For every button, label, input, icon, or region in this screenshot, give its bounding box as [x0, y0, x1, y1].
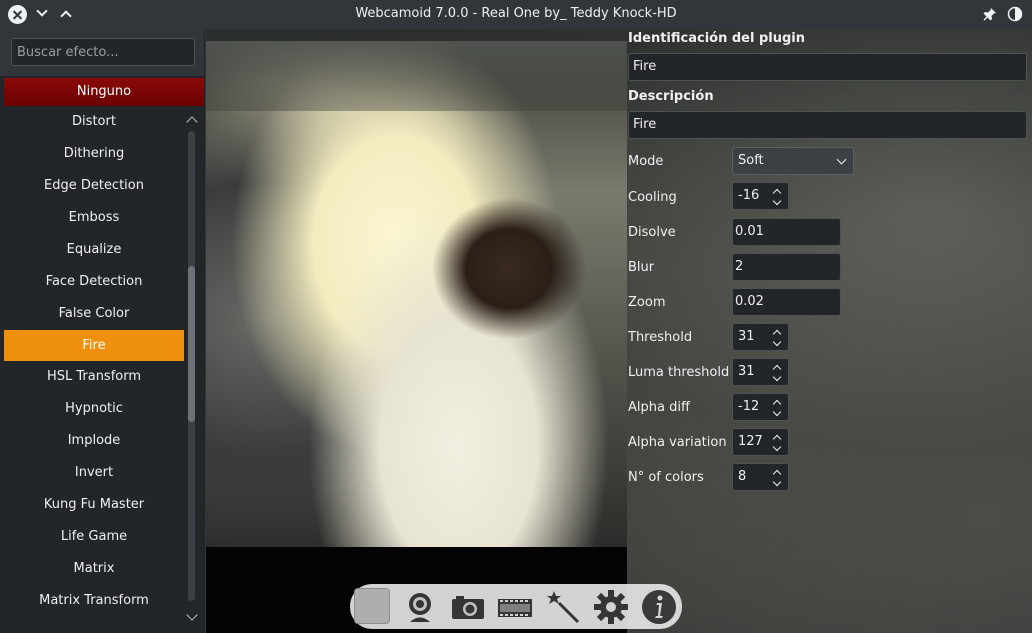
scroll-down-icon[interactable]	[186, 609, 198, 621]
gear-icon[interactable]	[593, 589, 629, 625]
plugin-config-panel: Identificación del plugin Fire Descripci…	[628, 29, 1032, 633]
stop-icon[interactable]	[354, 588, 390, 624]
plugin-id-label: Identificación del plugin	[628, 31, 806, 46]
description-label: Descripción	[628, 89, 714, 104]
effects-list: Ninguno Distort Dithering Edge Detection…	[0, 76, 205, 633]
half-moon-icon	[1007, 6, 1023, 22]
n-colors-value: 8	[738, 469, 747, 484]
scroll-up-icon[interactable]	[186, 116, 198, 128]
effect-item[interactable]: Matrix	[4, 553, 184, 585]
shade-button[interactable]	[1007, 6, 1023, 22]
threshold-spinbox[interactable]: 31	[732, 323, 789, 351]
mode-label: Mode	[628, 154, 664, 169]
effect-item[interactable]: Invert	[4, 457, 184, 489]
alpha-variation-label: Alpha variation	[628, 435, 727, 450]
alpha-variation-value: 127	[738, 434, 763, 449]
luma-threshold-spinbox[interactable]: 31	[732, 358, 789, 386]
cooling-label: Cooling	[628, 190, 677, 205]
luma-threshold-label: Luma threshold	[628, 365, 730, 380]
effect-search-input[interactable]	[11, 38, 195, 66]
effects-items: Distort Dithering Edge Detection Emboss …	[4, 106, 184, 617]
effect-item[interactable]: Emboss	[4, 202, 184, 234]
effects-sidebar: Ninguno Distort Dithering Edge Detection…	[0, 29, 205, 633]
spin-down-icon[interactable]	[772, 337, 782, 347]
zoom-input[interactable]: 0.02	[732, 288, 841, 316]
alpha-variation-spinbox[interactable]: 127	[732, 428, 789, 456]
effect-item[interactable]: Distort	[4, 106, 184, 138]
effect-item[interactable]: Life Game	[4, 521, 184, 553]
cooling-spinbox[interactable]: -16	[732, 182, 789, 210]
alpha-diff-value: -12	[738, 399, 760, 414]
info-icon[interactable]	[641, 589, 677, 625]
threshold-value: 31	[738, 329, 755, 344]
mode-select[interactable]: Soft	[732, 147, 854, 175]
effect-item[interactable]: Matrix Transform	[4, 585, 184, 617]
window-title: Webcamoid 7.0.0 - Real One by_ Teddy Kno…	[355, 6, 677, 21]
spin-down-icon[interactable]	[772, 442, 782, 452]
magic-wand-icon[interactable]	[545, 589, 581, 625]
spin-down-icon[interactable]	[772, 372, 782, 382]
n-colors-spinbox[interactable]: 8	[732, 463, 789, 491]
alpha-diff-label: Alpha diff	[628, 400, 690, 415]
main-area: Identificación del plugin Fire Descripci…	[206, 29, 1032, 633]
effect-item-selected[interactable]: Fire	[4, 330, 184, 361]
scrollbar-thumb[interactable]	[188, 266, 195, 422]
chevron-down-icon	[836, 154, 847, 165]
pin-icon	[983, 8, 996, 21]
mode-value: Soft	[738, 153, 764, 168]
description-field[interactable]: Fire	[628, 111, 1027, 139]
effect-item[interactable]: HSL Transform	[4, 361, 184, 393]
blur-label: Blur	[628, 260, 655, 275]
luma-threshold-value: 31	[738, 364, 755, 379]
n-colors-label: N° of colors	[628, 470, 704, 485]
disolve-label: Disolve	[628, 225, 676, 240]
video-preview	[206, 41, 627, 547]
effect-item-none[interactable]: Ninguno	[4, 78, 204, 106]
zoom-label: Zoom	[628, 295, 666, 310]
effect-item[interactable]: Hypnotic	[4, 393, 184, 425]
bottom-toolbar	[350, 584, 682, 629]
effect-item[interactable]: Face Detection	[4, 266, 184, 298]
spin-down-icon[interactable]	[772, 407, 782, 417]
effect-item[interactable]: Dithering	[4, 138, 184, 170]
spin-down-icon[interactable]	[772, 196, 782, 206]
effect-item[interactable]: False Color	[4, 298, 184, 330]
film-icon[interactable]	[497, 589, 533, 625]
threshold-label: Threshold	[628, 330, 693, 345]
alpha-diff-spinbox[interactable]: -12	[732, 393, 789, 421]
plugin-id-field[interactable]: Fire	[628, 53, 1027, 81]
webcam-icon[interactable]	[402, 589, 438, 625]
video-overlay-band	[206, 41, 627, 111]
pin-button[interactable]	[982, 6, 998, 22]
effect-item[interactable]: Kung Fu Master	[4, 489, 184, 521]
effect-item[interactable]: Equalize	[4, 234, 184, 266]
effect-item[interactable]: Edge Detection	[4, 170, 184, 202]
effect-item[interactable]: Implode	[4, 425, 184, 457]
blur-input[interactable]: 2	[732, 253, 841, 281]
camera-icon[interactable]	[450, 589, 486, 625]
title-bar: Webcamoid 7.0.0 - Real One by_ Teddy Kno…	[0, 0, 1032, 29]
cooling-value: -16	[738, 188, 760, 203]
disolve-input[interactable]: 0.01	[732, 218, 841, 246]
spin-down-icon[interactable]	[772, 477, 782, 487]
